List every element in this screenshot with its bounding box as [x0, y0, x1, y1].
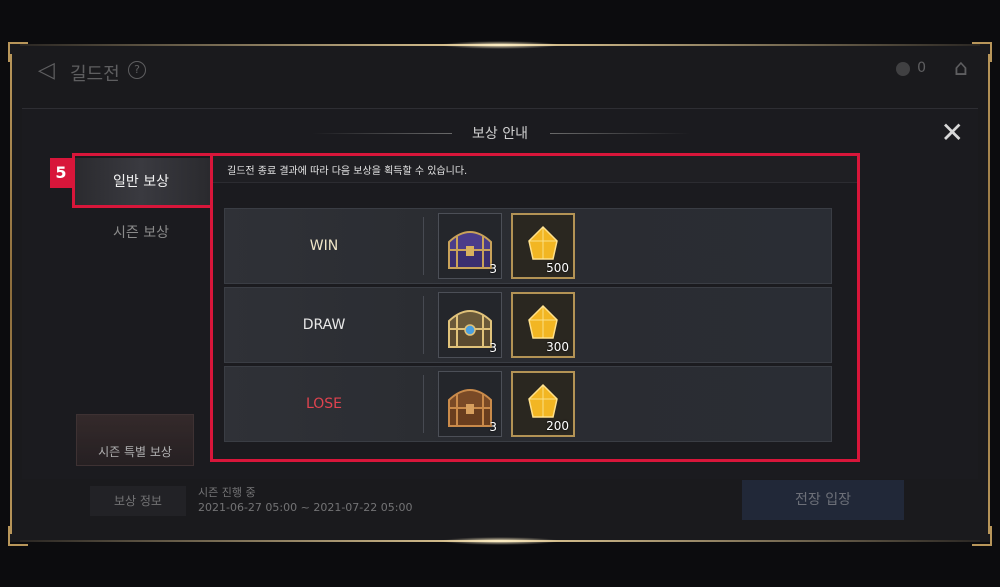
- season-special-reward-label: 시즌 특별 보상: [98, 445, 172, 459]
- frame-corner-bottom-right: [972, 526, 992, 546]
- frame-corner-bottom-left: [8, 526, 28, 546]
- highlight-box: [210, 153, 860, 462]
- frame-right-line: [988, 54, 990, 534]
- season-special-reward-button[interactable]: 시즌 특별 보상: [76, 414, 194, 466]
- tab-season-reward[interactable]: 시즌 보상: [72, 210, 210, 256]
- home-icon[interactable]: ⌂: [954, 56, 968, 81]
- title-decoration-right: [550, 133, 690, 134]
- close-icon[interactable]: ✕: [941, 119, 964, 147]
- reward-info-button[interactable]: 보상 정보: [90, 486, 186, 516]
- coin-count: 0: [917, 60, 926, 76]
- frame-corner-top-left: [8, 42, 28, 62]
- step-badge: 5: [50, 158, 72, 188]
- highlight-tab-box: [72, 153, 213, 208]
- season-dates: 2021-06-27 05:00 ~ 2021-07-22 05:00: [198, 501, 413, 514]
- enter-battlefield-button[interactable]: 전장 입장: [742, 480, 904, 520]
- page-title: 길드전: [70, 64, 120, 85]
- frame-left-line: [10, 54, 12, 534]
- modal-header: 보상 안내 ✕: [22, 109, 978, 157]
- help-icon[interactable]: ?: [128, 61, 146, 79]
- frame-bottom-glow: [440, 537, 560, 545]
- background-header: ◁ 길드전 ? 0 ⌂: [18, 52, 978, 92]
- frame-corner-top-right: [972, 42, 992, 62]
- frame-top-glow: [440, 41, 560, 49]
- back-arrow-icon[interactable]: ◁: [38, 58, 55, 83]
- bottom-bar: 보상 정보 시즌 진행 중 2021-06-27 05:00 ~ 2021-07…: [22, 478, 978, 534]
- modal-title: 보상 안내: [472, 126, 528, 142]
- coin-icon: [896, 62, 910, 76]
- season-status: 시즌 진행 중: [198, 486, 256, 499]
